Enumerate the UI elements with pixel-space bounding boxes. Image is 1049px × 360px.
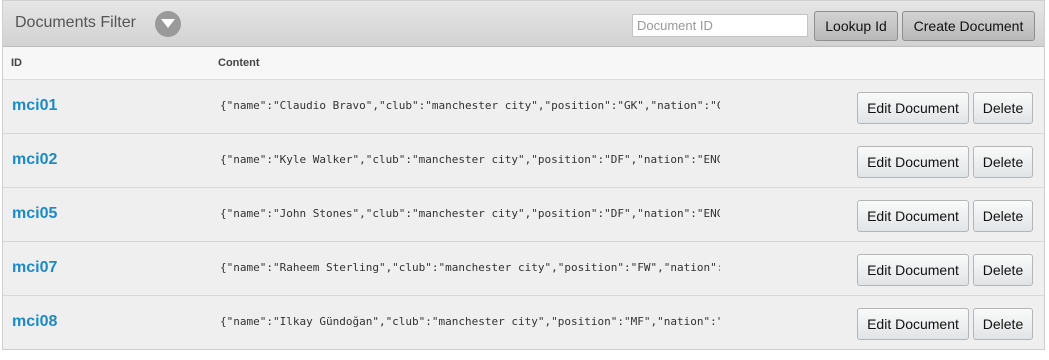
delete-button[interactable]: Delete — [973, 200, 1033, 232]
edit-document-button[interactable]: Edit Document — [857, 146, 969, 178]
table-row: mci08 {"name":"Ilkay Gündoğan","club":"m… — [3, 296, 1044, 349]
table-header: ID Content — [3, 47, 1044, 80]
chevron-down-icon — [161, 19, 175, 28]
document-id-link[interactable]: mci01 — [12, 97, 57, 115]
delete-button[interactable]: Delete — [973, 308, 1033, 340]
documents-panel: Documents Filter Lookup Id Create Docume… — [2, 0, 1045, 350]
table-row: mci01 {"name":"Claudio Bravo","club":"ma… — [3, 80, 1044, 134]
delete-button[interactable]: Delete — [973, 254, 1033, 286]
document-content-preview: {"name":"Ilkay Gündoğan","club":"manches… — [220, 315, 720, 328]
table-row: mci07 {"name":"Raheem Sterling","club":"… — [3, 242, 1044, 296]
filter-toggle-button[interactable] — [155, 11, 181, 37]
page-title: Documents Filter — [15, 14, 136, 31]
document-id-link[interactable]: mci08 — [12, 313, 57, 331]
document-content-preview: {"name":"Raheem Sterling","club":"manche… — [220, 261, 720, 274]
delete-button[interactable]: Delete — [973, 146, 1033, 178]
delete-button[interactable]: Delete — [973, 92, 1033, 124]
document-id-input[interactable] — [632, 14, 808, 37]
edit-document-button[interactable]: Edit Document — [857, 254, 969, 286]
document-id-link[interactable]: mci02 — [12, 151, 57, 169]
column-header-content: Content — [218, 57, 260, 69]
documents-table: mci01 {"name":"Claudio Bravo","club":"ma… — [3, 80, 1044, 349]
document-content-preview: {"name":"Kyle Walker","club":"manchester… — [220, 153, 720, 166]
document-id-link[interactable]: mci07 — [12, 259, 57, 277]
edit-document-button[interactable]: Edit Document — [857, 308, 969, 340]
table-row: mci02 {"name":"Kyle Walker","club":"manc… — [3, 134, 1044, 188]
create-document-button[interactable]: Create Document — [902, 11, 1035, 41]
document-content-preview: {"name":"Claudio Bravo","club":"manchest… — [220, 99, 720, 112]
column-header-id: ID — [11, 57, 22, 69]
lookup-id-button[interactable]: Lookup Id — [814, 11, 898, 41]
edit-document-button[interactable]: Edit Document — [857, 200, 969, 232]
document-content-preview: {"name":"John Stones","club":"manchester… — [220, 207, 720, 220]
document-id-link[interactable]: mci05 — [12, 205, 57, 223]
documents-header: Documents Filter Lookup Id Create Docume… — [3, 1, 1044, 47]
edit-document-button[interactable]: Edit Document — [857, 92, 969, 124]
table-row: mci05 {"name":"John Stones","club":"manc… — [3, 188, 1044, 242]
